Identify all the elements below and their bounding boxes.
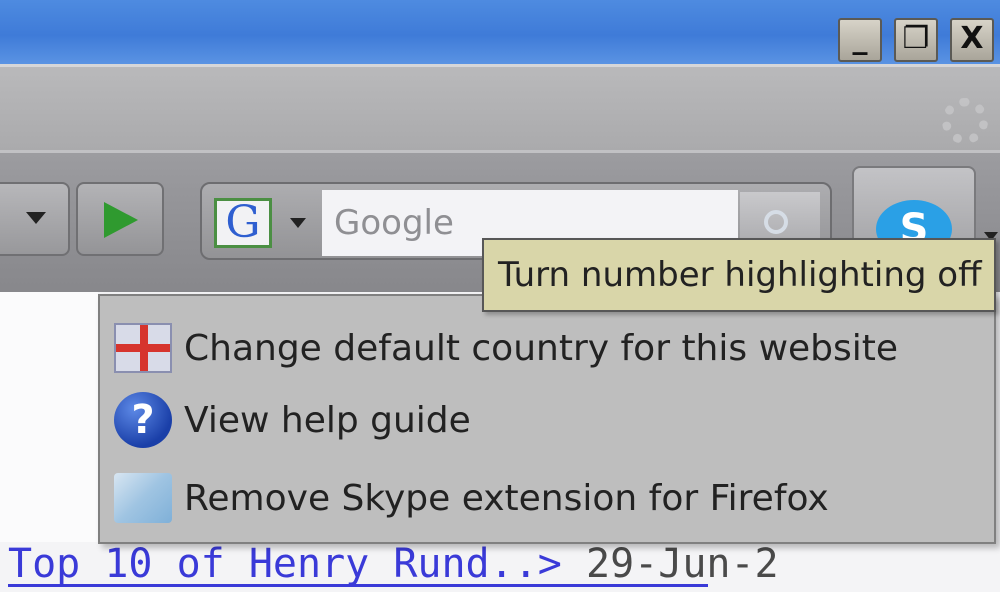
google-engine-icon[interactable]: G — [214, 198, 272, 248]
play-icon — [104, 202, 138, 238]
page-link[interactable]: Top 10 of Henry Rund..> — [8, 541, 562, 587]
page-left-column — [0, 292, 98, 542]
link-underline — [8, 584, 708, 587]
menu-bar — [0, 64, 1000, 157]
menu-item-label: View help guide — [184, 399, 471, 441]
gear-icon[interactable] — [942, 98, 988, 144]
cube-icon — [114, 473, 172, 523]
restore-button[interactable]: ❐ — [894, 18, 938, 62]
magnifier-icon — [764, 210, 788, 234]
engine-dropdown-icon[interactable] — [290, 218, 306, 228]
minimize-button[interactable]: _ — [838, 18, 882, 62]
menu-item-help-guide[interactable]: ? View help guide — [114, 390, 974, 450]
menu-item-label: Remove Skype extension for Firefox — [184, 477, 829, 519]
flag-icon — [114, 323, 172, 373]
tooltip: Turn number highlighting off — [482, 238, 996, 312]
close-button[interactable]: X — [950, 18, 994, 62]
help-icon: ? — [114, 392, 172, 448]
menu-item-change-country[interactable]: Change default country for this website — [114, 318, 974, 378]
skype-context-menu: Change default country for this website … — [98, 294, 996, 544]
history-dropdown-button[interactable] — [0, 182, 70, 256]
menu-item-remove-extension[interactable]: Remove Skype extension for Firefox — [114, 468, 974, 528]
go-button[interactable] — [76, 182, 164, 256]
menu-item-label: Change default country for this website — [184, 327, 899, 369]
page-date: 29-Jun-2 — [585, 541, 779, 587]
dropdown-arrow-icon — [26, 212, 46, 224]
page-link-row[interactable]: Top 10 of Henry Rund..> 29-Jun-2 — [8, 540, 779, 588]
